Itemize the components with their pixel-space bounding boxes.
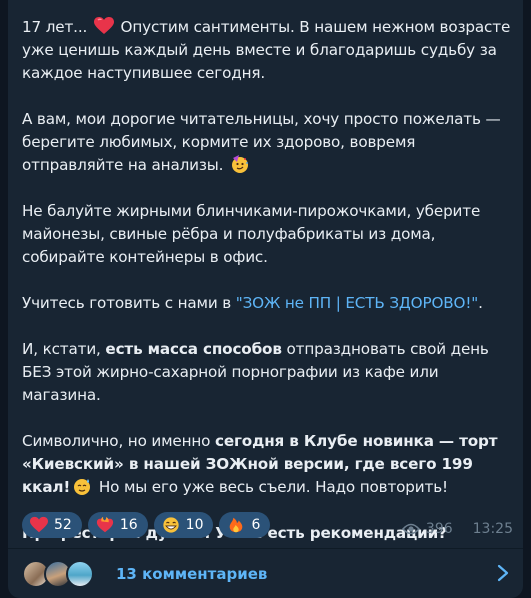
- post-text: 17 лет... Опустим сантименты. В нашем не…: [22, 16, 517, 545]
- text-span: Не балуйте жирными блинчиками-пирожочкам…: [22, 202, 481, 266]
- reaction-count: 6: [251, 517, 261, 533]
- text-span: 17 лет...: [22, 18, 92, 36]
- heart-emoji-icon: [30, 516, 48, 534]
- reaction-count: 52: [54, 517, 72, 533]
- text-span: Но мы его уже весь съели. Надо повторить…: [94, 478, 448, 496]
- partying-face-emoji-icon: [230, 155, 250, 173]
- eye-icon: [401, 523, 420, 535]
- grinning-face-emoji-icon: [162, 516, 180, 534]
- paragraph-1: 17 лет... Опустим сантименты. В нашем не…: [22, 16, 517, 85]
- chevron-right-icon: [497, 564, 509, 582]
- reaction-heart[interactable]: 52: [22, 512, 82, 538]
- text-span: .: [478, 294, 483, 312]
- text-span: А вам, мои дорогие читательницы, хочу пр…: [22, 110, 501, 174]
- reaction-fire[interactable]: 6: [219, 512, 271, 538]
- fire-emoji-icon: [227, 516, 245, 534]
- reaction-grinning[interactable]: 10: [153, 512, 214, 538]
- red-heart-emoji-icon: [93, 17, 114, 35]
- relieved-sweat-emoji-icon: [72, 477, 92, 495]
- channel-post: 17 лет... Опустим сантименты. В нашем не…: [8, 0, 523, 598]
- text-span: Символично, но именно: [22, 432, 216, 450]
- paragraph-3: Не балуйте жирными блинчиками-пирожочкам…: [22, 200, 517, 269]
- post-meta: 396 13:25: [401, 521, 513, 537]
- avatar: [66, 559, 94, 588]
- reaction-heart-on-fire[interactable]: 16: [87, 512, 148, 538]
- post-time: 13:25: [472, 521, 513, 537]
- bold-span: есть масса способов: [105, 340, 282, 358]
- paragraph-2: А вам, мои дорогие читательницы, хочу пр…: [22, 108, 517, 177]
- paragraph-4: Учитесь готовить с нами в "ЗОЖ не ПП | Е…: [22, 292, 517, 315]
- reaction-count: 16: [119, 517, 138, 533]
- comments-label: 13 комментариев: [116, 564, 268, 583]
- text-span: И, кстати,: [22, 340, 106, 358]
- comments-button[interactable]: 13 комментариев: [8, 549, 523, 598]
- channel-link[interactable]: "ЗОЖ не ПП | ЕСТЬ ЗДОРОВО!": [236, 294, 479, 312]
- commenter-avatars: [22, 559, 102, 588]
- paragraph-5: И, кстати, есть масса способов отпраздно…: [22, 338, 517, 407]
- text-span: Учитесь готовить с нами в: [22, 294, 236, 312]
- paragraph-6: Символично, но именно сегодня в Клубе но…: [22, 430, 517, 499]
- reactions-bar: 52 16 10 6: [22, 512, 271, 538]
- heart-on-fire-emoji-icon: [96, 516, 114, 534]
- view-count: 396: [425, 521, 453, 537]
- reaction-count: 10: [185, 517, 204, 533]
